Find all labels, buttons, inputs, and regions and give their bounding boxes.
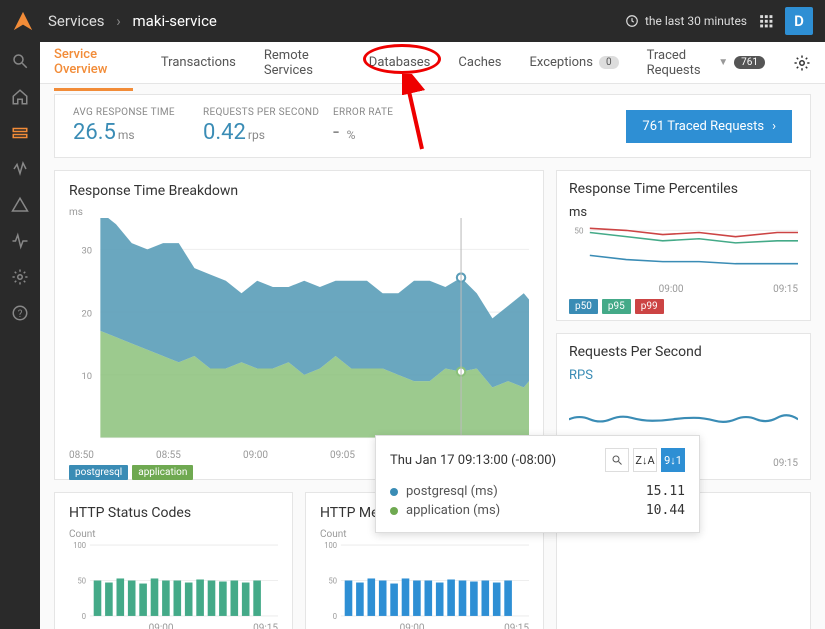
summary-bar: AVG RESPONSE TIME 26.5ms REQUESTS PER SE… [54, 94, 811, 158]
search-icon[interactable] [11, 52, 29, 70]
svg-text:20: 20 [81, 308, 92, 319]
solarwinds-logo-icon [12, 10, 34, 32]
settings-gear-icon[interactable] [793, 54, 811, 72]
tab-service-overview[interactable]: Service Overview [54, 42, 133, 91]
tab-remote-services[interactable]: Remote Services [264, 42, 341, 89]
avatar[interactable]: D [785, 7, 813, 35]
trace-icon[interactable] [11, 160, 29, 178]
metric-rps: REQUESTS PER SECOND 0.42rps [203, 107, 333, 145]
card-title: Response Time Breakdown [69, 183, 529, 199]
svg-text:30: 30 [81, 246, 92, 257]
tooltip-row: postgresql (ms) 15.11 [390, 482, 685, 501]
tab-databases[interactable]: Databases [369, 44, 431, 81]
tooltip-sort-num-icon[interactable]: 9↓1 [661, 448, 685, 472]
content: AVG RESPONSE TIME 26.5ms REQUESTS PER SE… [40, 84, 825, 629]
breadcrumb: Services › maki-service [48, 12, 217, 30]
services-icon[interactable] [11, 124, 29, 142]
tooltip-row: application (ms) 10.44 [390, 501, 685, 520]
tab-traced-requests[interactable]: Traced Requests ▼ 761 [647, 42, 765, 89]
legend-p50[interactable]: p50 [569, 299, 598, 314]
tabbar: Service Overview Transactions Remote Ser… [40, 42, 825, 84]
gear-icon[interactable] [11, 268, 29, 286]
chevron-down-icon: ▼ [718, 57, 728, 68]
tab-caches[interactable]: Caches [458, 44, 501, 81]
tab-exceptions[interactable]: Exceptions 0 [530, 44, 619, 81]
svg-text:0: 0 [333, 612, 337, 621]
traced-badge: 761 [734, 56, 765, 69]
svg-text:50: 50 [78, 576, 87, 585]
chart-grid: Response Time Breakdown ms 30 20 10 [54, 170, 811, 629]
help-icon[interactable]: ? [11, 304, 29, 322]
svg-text:50: 50 [329, 576, 338, 585]
response-time-breakdown-card: Response Time Breakdown ms 30 20 10 [54, 170, 544, 480]
dot-icon [390, 488, 398, 496]
tab-transactions[interactable]: Transactions [161, 44, 236, 81]
breadcrumb-root[interactable]: Services [48, 12, 105, 30]
legend-p95[interactable]: p95 [602, 299, 631, 314]
left-nav: ? [0, 42, 40, 629]
percentiles-card: Response Time Percentiles ms 50 09:0009:… [556, 170, 811, 321]
svg-text:?: ? [18, 309, 23, 320]
legend-application[interactable]: application [132, 465, 193, 480]
http-status-card: HTTP Status Codes Count 100500 09:0009:1… [54, 492, 293, 629]
metric-avg-response: AVG RESPONSE TIME 26.5ms [73, 107, 203, 145]
svg-text:0: 0 [82, 612, 86, 621]
percentiles-chart[interactable]: 50 [569, 220, 798, 282]
legend-p99[interactable]: p99 [635, 299, 664, 314]
clock-icon [625, 14, 639, 28]
legend-postgresql[interactable]: postgresql [69, 465, 128, 480]
breadcrumb-current[interactable]: maki-service [133, 12, 217, 30]
tooltip-sort-alpha-icon[interactable]: Z↓A [633, 448, 657, 472]
exceptions-badge: 0 [599, 56, 619, 69]
alerts-icon[interactable] [11, 196, 29, 214]
apps-grid-icon[interactable] [759, 14, 773, 28]
svg-text:100: 100 [73, 541, 86, 550]
traced-requests-button[interactable]: 761 Traced Requests › [626, 110, 792, 143]
tooltip-search-icon[interactable] [605, 448, 629, 472]
right-column: Response Time Percentiles ms 50 09:0009:… [556, 170, 811, 480]
svg-text:50: 50 [574, 227, 584, 237]
breakdown-chart[interactable]: 30 20 10 [69, 218, 529, 448]
svg-text:10: 10 [81, 371, 92, 382]
main: Service Overview Transactions Remote Ser… [40, 42, 825, 629]
time-range-selector[interactable]: the last 30 minutes [625, 14, 747, 28]
svg-text:100: 100 [324, 541, 337, 550]
tooltip-timestamp: Thu Jan 17 09:13:00 (-08:00) [390, 453, 601, 468]
home-icon[interactable] [11, 88, 29, 106]
chevron-right-icon: › [772, 119, 776, 134]
chart-tooltip: Thu Jan 17 09:13:00 (-08:00) Z↓A 9↓1 pos… [375, 435, 700, 533]
methods-chart[interactable]: 100 50 0 [320, 540, 529, 621]
metric-error-rate: ERROR RATE - % [333, 107, 463, 145]
dot-icon [390, 507, 398, 515]
topbar: Services › maki-service the last 30 minu… [0, 0, 825, 42]
activity-icon[interactable] [11, 232, 29, 250]
status-chart[interactable]: 100 50 0 [69, 540, 278, 621]
chevron-right-icon: › [116, 12, 121, 30]
